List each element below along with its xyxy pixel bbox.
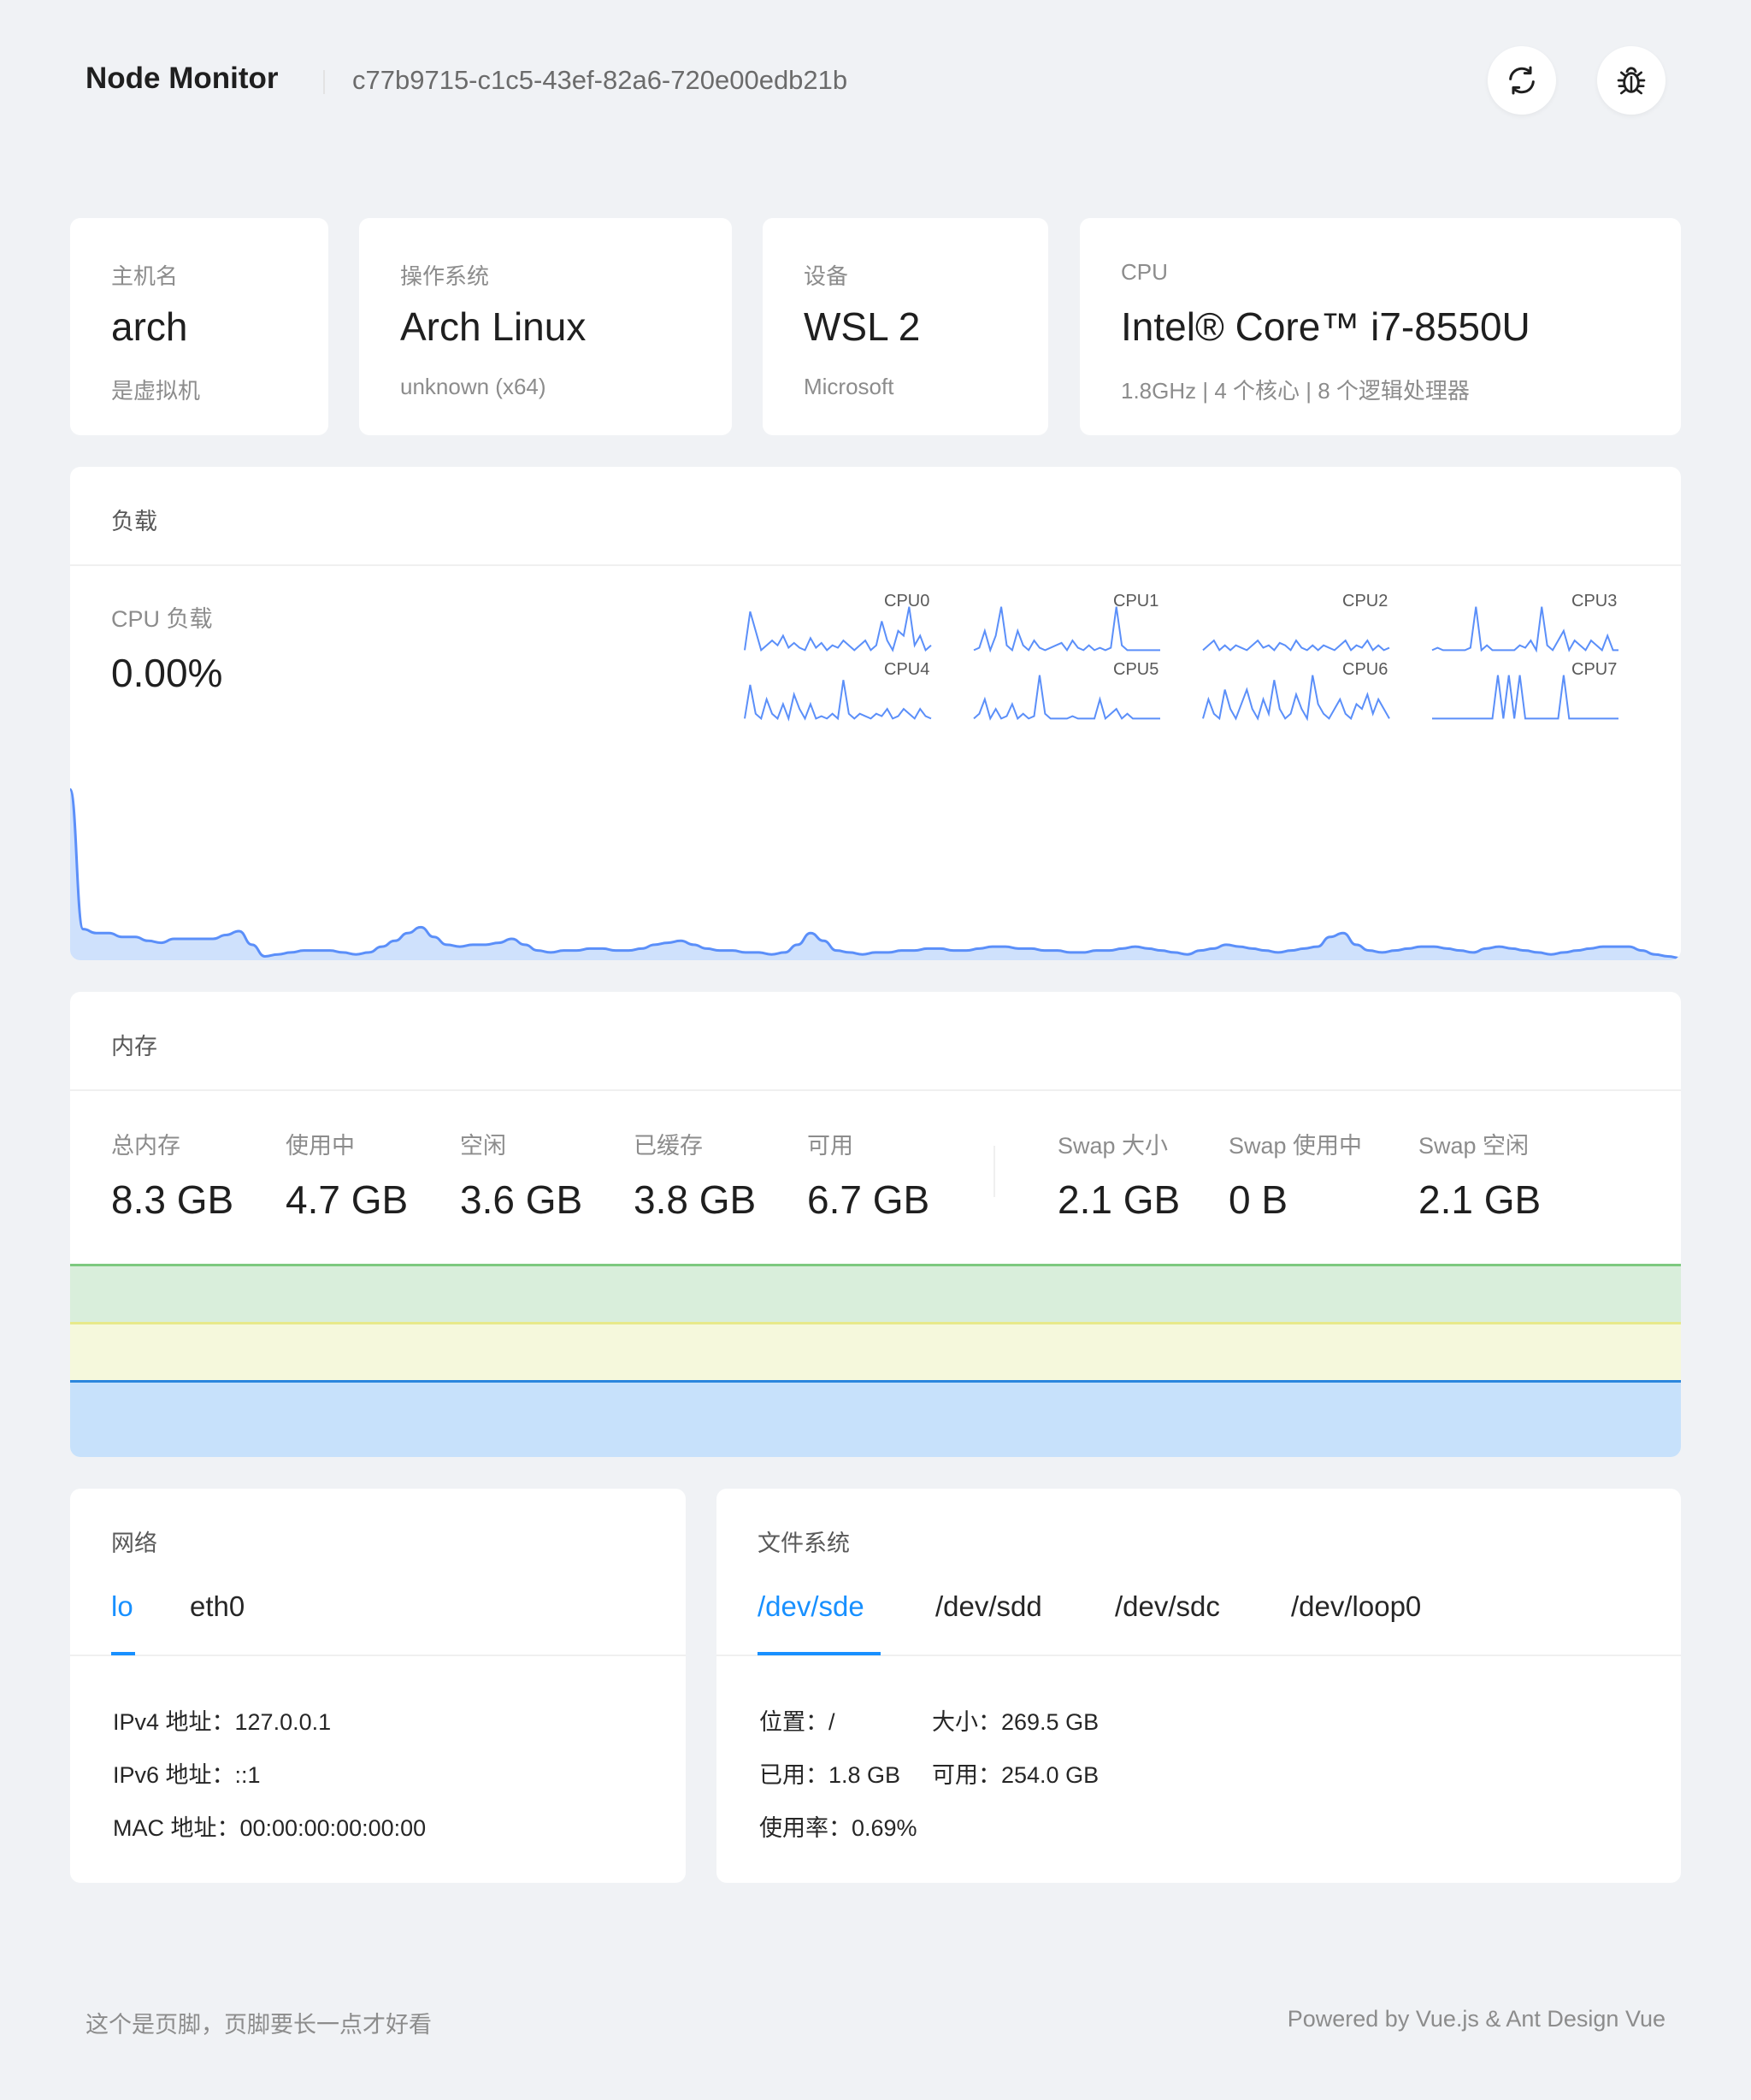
title-divider	[323, 70, 325, 94]
cached-memory-label: 已缓存	[634, 1133, 703, 1159]
footer-credits: Powered by Vue.js & Ant Design Vue	[1287, 2006, 1666, 2032]
tab-lo[interactable]: lo	[111, 1590, 133, 1623]
device-label: 设备	[804, 263, 849, 289]
memory-band-green	[70, 1264, 1681, 1322]
network-tab-divider	[70, 1655, 686, 1656]
memory-divider	[993, 1146, 995, 1197]
vm-indicator: 是虚拟机	[111, 378, 201, 404]
ipv6-address: IPv6 地址：::1	[113, 1762, 261, 1788]
refresh-button[interactable]	[1488, 46, 1556, 115]
memory-title: 内存	[111, 1034, 157, 1059]
cpu-load-chart	[70, 788, 1681, 960]
memory-header: 内存	[70, 992, 1681, 1091]
swap-free-label: Swap 空闲	[1418, 1133, 1530, 1159]
swap-size-label: Swap 大小	[1058, 1133, 1169, 1159]
cpu-card: CPU Intel® Core™ i7-8550U 1.8GHz | 4 个核心…	[1080, 218, 1681, 435]
available-memory-label: 可用	[807, 1133, 853, 1159]
free-memory-label: 空闲	[460, 1133, 506, 1159]
filesystem-used: 已用：1.8 GB	[759, 1762, 901, 1788]
cpu-load-line	[70, 788, 1681, 960]
swap-free-value: 2.1 GB	[1418, 1177, 1542, 1222]
mac-address: MAC 地址：00:00:00:00:00:00	[113, 1815, 427, 1841]
tab-dev-loop0[interactable]: /dev/loop0	[1291, 1590, 1421, 1623]
node-id: c77b9715-c1c5-43ef-82a6-720e00edb21b	[352, 65, 848, 95]
hostname-label: 主机名	[111, 263, 179, 289]
debug-button[interactable]	[1597, 46, 1666, 115]
available-memory-value: 6.7 GB	[807, 1177, 930, 1222]
swap-used-value: 0 B	[1229, 1177, 1288, 1222]
os-value: Arch Linux	[400, 304, 587, 349]
tab-eth0[interactable]: eth0	[190, 1590, 245, 1623]
cached-memory-value: 3.8 GB	[634, 1177, 757, 1222]
cpu-model: Intel® Core™ i7-8550U	[1121, 304, 1530, 349]
memory-band-yellow	[70, 1322, 1681, 1380]
load-card: 负载 CPU 负载 0.00% CPU0 CPU1 CPU2 CPU3 CPU4 CPU5…	[70, 467, 1681, 960]
os-card: 操作系统 Arch Linux unknown (x64)	[359, 218, 732, 435]
filesystem-available: 可用：254.0 GB	[932, 1762, 1100, 1788]
swap-used-label: Swap 使用中	[1229, 1133, 1363, 1159]
hostname-value: arch	[111, 304, 188, 349]
device-value: WSL 2	[804, 304, 921, 349]
hostname-card: 主机名 arch 是虚拟机	[70, 218, 328, 435]
network-title: 网络	[111, 1531, 157, 1556]
device-vendor: Microsoft	[804, 374, 894, 399]
tab-dev-sdd[interactable]: /dev/sdd	[935, 1590, 1042, 1623]
device-card: 设备 WSL 2 Microsoft	[763, 218, 1048, 435]
swap-size-value: 2.1 GB	[1058, 1177, 1181, 1222]
bug-icon	[1617, 67, 1646, 95]
cpu-spec: 1.8GHz | 4 个核心 | 8 个逻辑处理器	[1121, 378, 1470, 404]
tab-dev-sdc[interactable]: /dev/sdc	[1115, 1590, 1220, 1623]
filesystem-tab-indicator	[758, 1652, 881, 1655]
app-title: Node Monitor	[85, 62, 279, 95]
total-memory-label: 总内存	[111, 1133, 180, 1159]
os-label: 操作系统	[400, 263, 490, 289]
os-arch: unknown (x64)	[400, 374, 546, 399]
footer-note: 这个是页脚，页脚要长一点才好看	[85, 2012, 432, 2038]
free-memory-value: 3.6 GB	[460, 1177, 583, 1222]
used-memory-label: 使用中	[286, 1133, 355, 1159]
memory-band-blue	[70, 1380, 1681, 1457]
used-memory-value: 4.7 GB	[286, 1177, 409, 1222]
memory-card: 内存 总内存 8.3 GB 使用中 4.7 GB 空闲 3.6 GB 已缓存 3…	[70, 992, 1681, 1457]
filesystem-size: 大小：269.5 GB	[932, 1709, 1100, 1735]
ipv4-address: IPv4 地址：127.0.0.1	[113, 1709, 332, 1735]
app-header: Node Monitor c77b9715-c1c5-43ef-82a6-720…	[0, 0, 1751, 162]
tab-dev-sde[interactable]: /dev/sde	[758, 1590, 864, 1623]
cpu-label: CPU	[1121, 259, 1168, 285]
filesystem-title: 文件系统	[758, 1531, 850, 1556]
filesystem-usage: 使用率：0.69%	[759, 1815, 917, 1841]
total-memory-value: 8.3 GB	[111, 1177, 234, 1222]
refresh-icon	[1509, 66, 1535, 95]
cpu-load-area	[70, 789, 1681, 960]
mount-location: 位置：/	[759, 1709, 835, 1735]
network-tab-indicator	[111, 1652, 135, 1655]
